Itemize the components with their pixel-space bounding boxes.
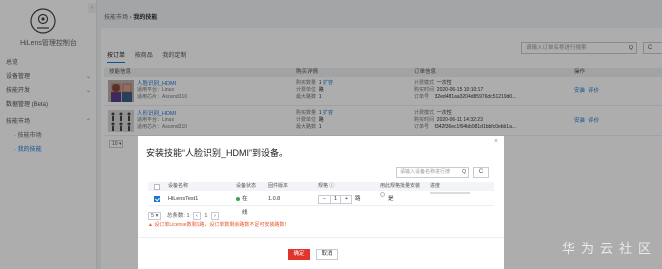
device-status: 在线 — [236, 192, 248, 216]
plus-button[interactable]: + — [341, 196, 352, 203]
online-status-icon — [236, 196, 240, 201]
current-page[interactable]: 1 — [204, 213, 207, 219]
progress-bar — [430, 192, 470, 194]
minus-button[interactable]: − — [319, 196, 330, 203]
header-device-status: 设备状态 — [236, 183, 257, 189]
page-size-select[interactable]: 5 ▾ — [148, 212, 162, 220]
header-batch-install: 用此规格批量安装 — [380, 183, 421, 189]
device-checkbox[interactable] — [154, 196, 160, 202]
watermark-text: 华为云社区 — [562, 242, 658, 257]
dialog-divider — [138, 237, 504, 238]
header-firmware: 固件版本 — [268, 183, 289, 189]
refresh-button[interactable]: C — [473, 167, 489, 178]
spec-unit: 路 — [355, 196, 361, 202]
next-page-button[interactable]: › — [211, 212, 219, 220]
confirm-button[interactable]: 确定 — [288, 249, 310, 260]
spec-value[interactable]: 1 — [330, 196, 341, 203]
header-device-name: 设备名称 — [168, 183, 189, 189]
firmware-version: 1.0.8 — [268, 196, 281, 202]
select-all-checkbox[interactable] — [154, 183, 160, 190]
install-skill-dialog: 安装技能“人脸识别_HDMI”到设备。 × 请输入设备名称进行搜 Q C 设备名… — [138, 136, 504, 269]
close-icon[interactable]: × — [494, 138, 498, 145]
warning-message: ▲ 设订单License数剩1路，设订单数剩余路数不足可安装路数！ — [148, 222, 290, 228]
dialog-title: 安装技能“人脸识别_HDMI”到设备。 — [146, 148, 288, 158]
total-count: 总条数: 1 — [166, 213, 190, 219]
prev-page-button[interactable]: ‹ — [193, 212, 201, 220]
header-progress: 进度 — [430, 183, 441, 189]
device-name: HiLensTest1 — [168, 196, 199, 202]
batch-install-radio[interactable] — [380, 192, 385, 197]
search-placeholder: 请输入设备名称进行搜 — [400, 169, 451, 175]
header-spec: 规格 ⓘ — [318, 183, 335, 189]
batch-install-label: 是 — [388, 196, 394, 202]
cancel-button[interactable]: 取消 — [316, 249, 338, 260]
device-row: HiLensTest1 在线 1.0.8 − 1 + 路 是 — [148, 192, 494, 216]
spec-stepper[interactable]: − 1 + — [318, 195, 352, 204]
dialog-pagination: 5 ▾ 总条数: 1 ‹ 1 › — [148, 211, 221, 220]
device-search-input[interactable]: 请输入设备名称进行搜 Q — [396, 167, 469, 178]
search-icon[interactable]: Q — [462, 168, 466, 177]
device-table-header: 设备名称 设备状态 固件版本 规格 ⓘ 用此规格批量安装 进度 — [148, 182, 494, 191]
